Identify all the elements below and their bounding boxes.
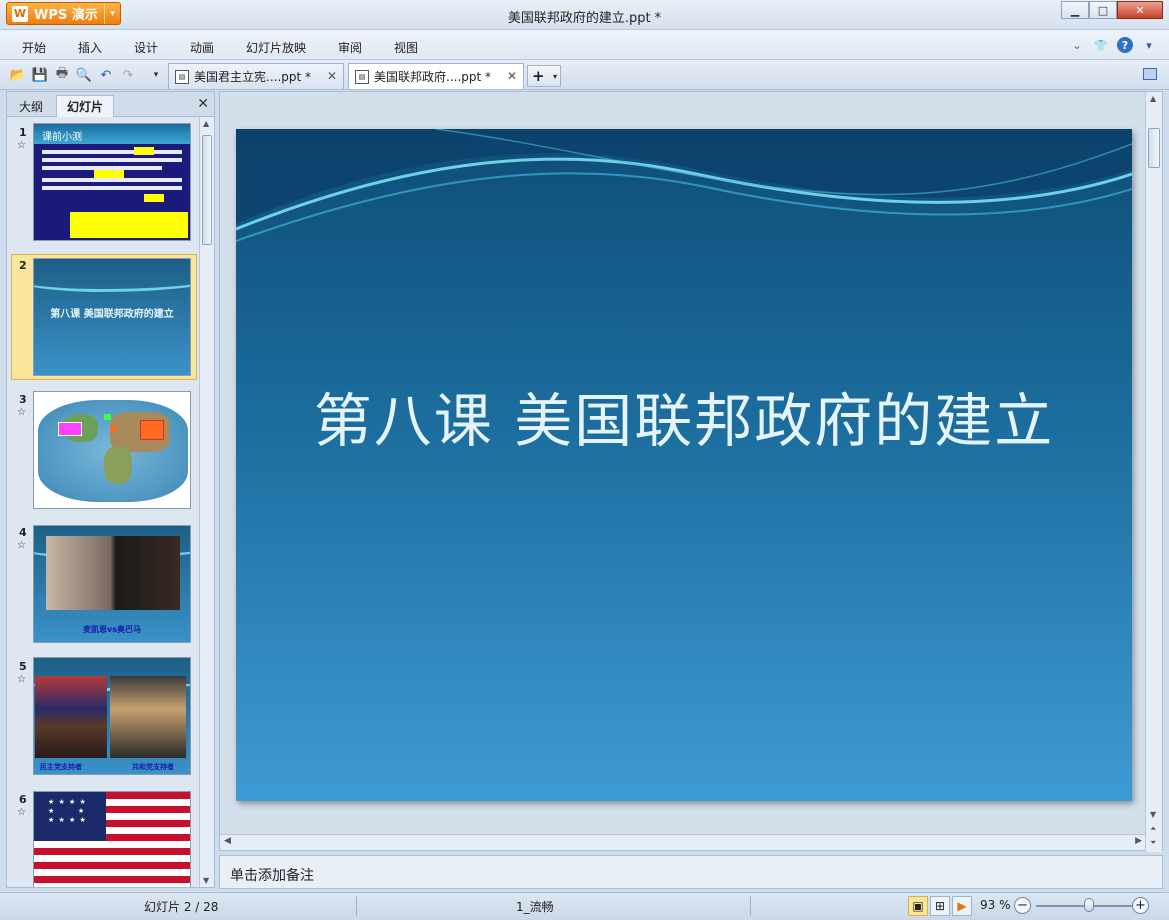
close-tab-icon[interactable]: ✕ [507,69,517,83]
thumbnail-title: 第八课 美国联邦政府的建立 [50,309,174,320]
theme-name: 1_流畅 [516,900,554,914]
slide-thumbnail-5[interactable]: 民主党支持者 共和党支持者 [33,657,191,775]
scroll-up-icon[interactable]: ▲ [203,119,209,128]
status-divider [750,896,751,916]
slide-sorter-view-button[interactable]: ⊞ [930,896,950,916]
window-layout-icon[interactable] [1143,68,1157,80]
menu-design[interactable]: 设计 [134,39,158,56]
slide-editor: 第八课 美国联邦政府的建立 ◀ ▶ ▲ ▼ ⏶ ⏷ [219,91,1163,852]
doc-tab-label: 美国联邦政府....ppt * [374,70,492,84]
customize-toolbar-icon[interactable]: ▾ [148,67,164,83]
close-panel-icon[interactable]: ✕ [197,96,209,112]
thumbnail-list: 1 ☆ 课前小测 2 第八课 美国联邦政府的建立 3 ☆ 4 ☆ 麦凯恩vs奥巴… [7,117,199,887]
chevron-down-icon: ▾ [552,71,557,81]
menu-insert[interactable]: 插入 [78,39,102,56]
vertical-scrollbar[interactable]: ▲ ▼ ⏶ ⏷ [1145,92,1162,852]
flag-stars-icon: ★ ★ ★ ★ ★ ★ ★ ★ ★ ★ [48,798,87,824]
zoom-in-button[interactable]: + [1132,897,1149,914]
scroll-left-icon[interactable]: ◀ [224,836,231,846]
wave-decoration [236,129,1132,242]
status-divider [356,896,357,916]
thumbnail-title: 课前小测 [42,132,82,143]
slide-counter: 幻灯片 2 / 28 [144,900,219,914]
doc-tab-1[interactable]: ▤ 美国君主立宪....ppt * ✕ [168,63,344,89]
menu-home[interactable]: 开始 [22,39,46,56]
thumbnail-scrollbar[interactable]: ▲ ▼ [199,117,214,887]
scrollbar-thumb[interactable] [1148,128,1160,168]
tab-slides[interactable]: 幻灯片 [56,95,115,117]
scroll-up-icon[interactable]: ▲ [1150,94,1156,103]
undo-icon[interactable]: ↶ [98,67,114,83]
zoom-level: 93 % [980,898,1011,912]
doc-tab-label: 美国君主立宪....ppt * [194,70,312,84]
close-tab-icon[interactable]: ✕ [327,69,337,83]
doc-tab-2[interactable]: ▤ 美国联邦政府....ppt * ✕ [348,63,524,89]
animation-star-icon: ☆ [17,807,26,818]
animation-star-icon: ☆ [17,674,26,685]
maximize-button[interactable]: □ [1089,1,1117,19]
thumbnail-number: 1 [19,126,27,139]
animation-star-icon: ☆ [17,407,26,418]
horizontal-scrollbar[interactable]: ◀ ▶ [220,834,1146,850]
thumbnail-caption-right: 共和党支持者 [132,763,174,771]
thumbnail-number: 3 [19,393,27,406]
slide-thumbnail-6[interactable]: ★ ★ ★ ★ ★ ★ ★ ★ ★ ★ [33,791,191,887]
print-icon[interactable]: 🖶 [54,66,70,83]
thumbnail-number: 5 [19,660,27,673]
slide-thumbnail-4[interactable]: 麦凯恩vs奥巴马 [33,525,191,643]
scroll-down-icon[interactable]: ▼ [203,876,209,885]
menu-animation[interactable]: 动画 [190,39,214,56]
thumbnail-caption: 麦凯恩vs奥巴马 [83,625,141,634]
zoom-out-button[interactable]: − [1014,897,1031,914]
scrollbar-thumb[interactable] [202,135,212,245]
scroll-right-icon[interactable]: ▶ [1135,836,1142,846]
animation-star-icon: ☆ [17,140,26,151]
ribbon-collapse-icon[interactable]: ⌄ [1069,37,1085,53]
thumbnail-number: 2 [19,259,27,272]
normal-view-button[interactable]: ▣ [908,896,928,916]
notes-placeholder: 单击添加备注 [230,868,314,884]
ppt-file-icon: ▤ [355,69,369,84]
tab-outline[interactable]: 大纲 [9,95,53,117]
notes-pane[interactable]: 单击添加备注 [219,855,1163,889]
slide-thumbnail-2[interactable]: 第八课 美国联邦政府的建立 [33,258,191,376]
window-title: 美国联邦政府的建立.ppt * [507,11,662,26]
redo-icon[interactable]: ↷ [120,67,136,83]
previous-slide-icon[interactable]: ⏶ [1150,824,1156,834]
slide-thumbnail-3[interactable] [33,391,191,509]
slide-thumbnail-1[interactable]: 课前小测 [33,123,191,241]
menu-slideshow[interactable]: 幻灯片放映 [246,39,306,56]
title-bar: W WPS 演示 ▾ 美国联邦政府的建立.ppt * ▁ □ ✕ [0,0,1169,30]
plus-icon: + [532,67,545,85]
open-folder-icon[interactable]: 📂 [10,67,26,83]
skin-shirt-icon[interactable]: 👕 [1093,37,1109,53]
minimize-button[interactable]: ▁ [1061,1,1089,19]
current-slide[interactable]: 第八课 美国联邦政府的建立 [236,129,1132,801]
slideshow-view-button[interactable]: ▶ [952,896,972,916]
help-dropdown-icon[interactable]: ▾ [1141,37,1157,53]
thumbnail-caption-left: 民主党支持者 [40,763,82,771]
thumbnail-number: 6 [19,793,27,806]
close-window-button[interactable]: ✕ [1117,1,1163,19]
status-bar: 幻灯片 2 / 28 1_流畅 ▣ ⊞ ▶ 93 % − + [0,892,1169,920]
zoom-slider-handle[interactable] [1083,898,1094,912]
slide-title[interactable]: 第八课 美国联邦政府的建立 [236,374,1132,458]
menu-bar: 开始 插入 设计 动画 幻灯片放映 审阅 视图 ⌄ 👕 ? ▾ [0,30,1169,60]
new-tab-button[interactable]: + ▾ [527,65,561,87]
ppt-file-icon: ▤ [175,69,189,84]
animation-star-icon: ☆ [17,540,26,551]
save-icon[interactable]: 💾 [32,67,48,83]
menu-review[interactable]: 审阅 [338,39,362,56]
scroll-down-icon[interactable]: ▼ [1150,810,1156,819]
menu-view[interactable]: 视图 [394,39,418,56]
slides-panel: 大纲 幻灯片 ✕ 1 ☆ 课前小测 2 第八课 美国联邦政府的建立 3 ☆ 4 … [6,91,215,888]
help-icon[interactable]: ? [1117,37,1133,53]
quick-access-toolbar: 📂 💾 🖶 🔍 ↶ ↷ ▾ ▤ 美国君主立宪....ppt * ✕ ▤ 美国联邦… [0,60,1169,90]
next-slide-icon[interactable]: ⏷ [1150,838,1156,848]
print-preview-icon[interactable]: 🔍 [76,67,92,83]
thumbnail-number: 4 [19,526,27,539]
